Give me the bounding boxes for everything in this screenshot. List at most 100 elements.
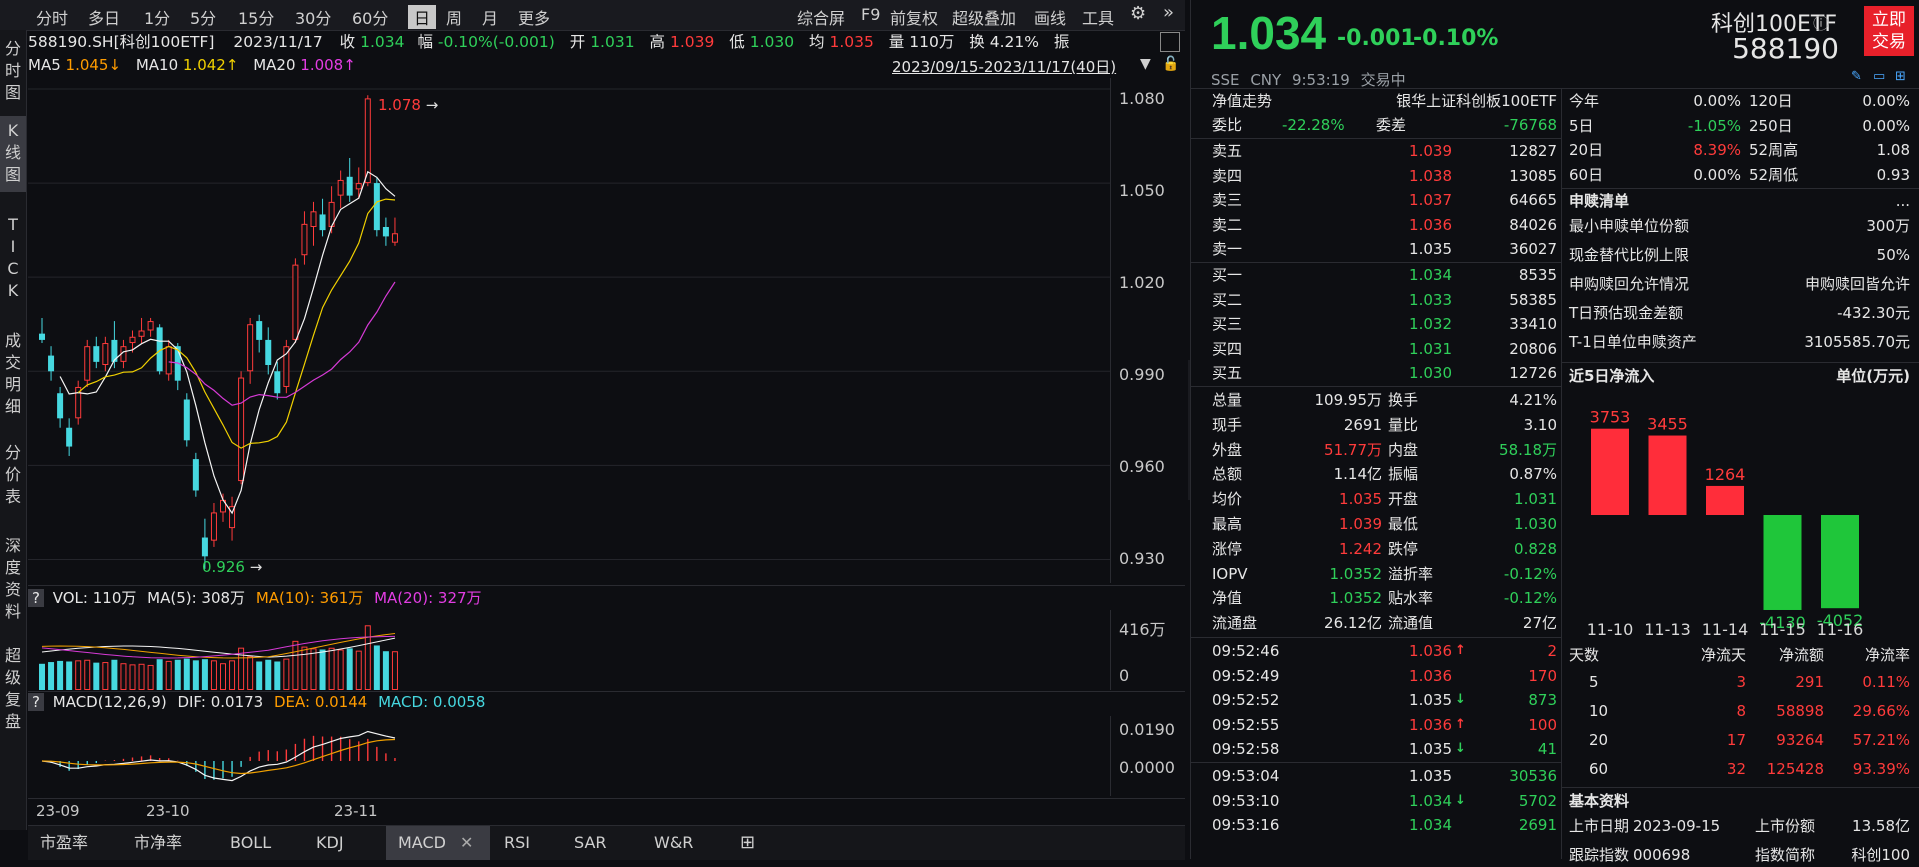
tab-sar[interactable]: SAR [562,826,619,860]
sidebar-item-depth-info[interactable]: 深度资料 [0,535,26,625]
help-icon[interactable]: ? [28,589,44,607]
trade-now-button[interactable]: 立即交易 [1864,6,1914,56]
tab-pe[interactable]: 市盈率 [28,826,100,860]
candle-body [274,371,281,394]
tab-pb[interactable]: 市净率 [122,826,194,860]
netflow-bar [1706,485,1744,515]
date-tick: 23-11 [334,802,378,820]
bid-level-row[interactable]: 买三 1.032 33410 [1212,312,1557,336]
stat-label: 量比 [1388,415,1419,434]
netflow-title: 近5日净流入 [1569,367,1655,385]
stat-value: 1.039 [1339,515,1382,533]
date-range[interactable]: 2023/09/15-2023/11/17(40日) [892,56,1116,77]
sidebar-item-fenshi[interactable]: 分时图 [0,36,26,104]
tab-kdj[interactable]: KDJ [304,826,356,860]
flow-table-cell: 93.39% [1852,760,1910,778]
tab-wr[interactable]: W&R [642,826,705,860]
stat-row: 最高 1.039 最低 1.030 [1212,512,1557,536]
ask-level-row[interactable]: 卖四 1.038 13085 [1212,164,1557,188]
netflow-bar [1591,428,1629,515]
candle-body [247,324,254,372]
close-value: 1.034 [360,33,405,51]
perf-label: 今年 [1569,92,1600,110]
period-tab-week[interactable]: 周 [446,5,462,29]
sidebar-item-kline[interactable]: K线图 [0,116,26,192]
stat-label: 开盘 [1388,490,1419,509]
high-marker-value: 1.078 [378,96,421,114]
stat-label: 最低 [1388,515,1419,533]
level-volume: 20806 [1509,339,1557,358]
weibi-label: 委比 [1212,116,1243,134]
period-tab-more[interactable]: 更多 [518,5,550,29]
period-tab-1min[interactable]: 1分 [144,5,170,29]
ask-level-row[interactable]: 卖五 1.039 12827 [1212,139,1557,163]
tool-forward-adjust[interactable]: 前复权 [890,5,938,29]
candle-body [355,183,362,190]
close-icon[interactable]: ✕ [460,833,473,852]
tool-composite-screen[interactable]: 综合屏 [797,5,845,29]
gear-icon[interactable]: ⚙ [1130,3,1146,24]
sidebar-item-tick[interactable]: TICK [0,214,26,314]
subscription-value: 申购赎回皆允许 [1804,275,1910,293]
nav-trend-link[interactable]: 净值走势 [1212,92,1272,110]
sidebar-item-price-table[interactable]: 分价表 [0,442,26,512]
add-icon[interactable]: ⊞ [1895,69,1906,84]
ask-level-row[interactable]: 卖三 1.037 64665 [1212,188,1557,212]
edit-icon[interactable]: ✎ [1851,69,1862,84]
candle-body [265,339,272,366]
tick-price: 1.035 [1409,691,1452,710]
vol-tick: 0 [1119,666,1130,685]
more-button[interactable]: ... [1896,189,1910,213]
ask-level-row[interactable]: 卖二 1.036 84026 [1212,213,1557,237]
ask-level-row[interactable]: 卖一 1.035 36027 [1212,237,1557,261]
range-dropdown-icon[interactable]: ▼ [1140,56,1151,72]
period-tab-day[interactable]: 日 [408,5,437,29]
flow-table-row: 5 3 291 0.11% [1569,670,1914,694]
candle-body [310,211,317,227]
bid-level-row[interactable]: 买二 1.033 58385 [1212,288,1557,312]
dif-line [41,730,396,782]
bid-level-row[interactable]: 买五 1.030 12726 [1212,361,1557,385]
add-tab-icon[interactable]: ⊞ [728,826,767,860]
kline-chart[interactable] [28,78,1110,583]
stat-label: 跌停 [1388,539,1419,558]
level-label: 卖一 [1212,240,1243,259]
period-tab-30min[interactable]: 30分 [295,5,331,29]
low-label: 低 [729,33,745,51]
bid-level-row[interactable]: 买四 1.031 20806 [1212,337,1557,361]
volume-chart[interactable] [28,610,1110,690]
tool-f9[interactable]: F9 [861,5,880,24]
date-tick: 23-09 [36,802,80,820]
stat-row: IOPV 1.0352 溢折率 -0.12% [1212,562,1557,586]
tool-tools[interactable]: 工具 [1082,5,1114,29]
bid-level-row[interactable]: 买一 1.034 8535 [1212,263,1557,287]
flow-table-cell: 60 [1589,760,1609,778]
panel-layout-icon[interactable] [1160,32,1180,52]
price-axis: 1.080 1.050 1.020 0.990 0.960 0.930 [1110,78,1186,583]
double-chevron-right-icon[interactable]: » [1163,2,1174,23]
tab-rsi[interactable]: RSI [492,826,542,860]
period-tab-5min[interactable]: 5分 [190,5,216,29]
window-icon[interactable]: ▭ [1873,69,1885,84]
period-tab-multiday[interactable]: 多日 [88,5,120,29]
period-tab-60min[interactable]: 60分 [352,5,388,29]
sidebar-item-super-replay[interactable]: 超级复盘 [0,645,26,755]
volume-bar [229,660,236,690]
market-status-row: SSE CNY 9:53:19 交易中 [1211,69,1406,90]
ma5-value: 1.045↓ [65,56,122,74]
macd-chart[interactable] [28,716,1110,796]
info-icon[interactable]: ⓘ [1813,10,1829,34]
tool-super-overlay[interactable]: 超级叠加 [952,5,1016,29]
help-icon[interactable]: ? [28,693,44,711]
volume-bar [310,648,317,690]
basic-value: 000698 [1633,846,1691,864]
tab-boll[interactable]: BOLL [218,826,283,860]
period-tab-fenshi[interactable]: 分时 [36,5,68,29]
sidebar-item-trade-detail[interactable]: 成交明细 [0,330,26,420]
tab-macd[interactable]: MACD ✕ [386,826,490,860]
period-tab-15min[interactable]: 15分 [238,5,274,29]
lock-icon[interactable]: 🔓 [1162,56,1179,72]
volume-bar [301,646,308,690]
tool-draw-line[interactable]: 画线 [1034,5,1066,29]
period-tab-month[interactable]: 月 [482,5,498,29]
